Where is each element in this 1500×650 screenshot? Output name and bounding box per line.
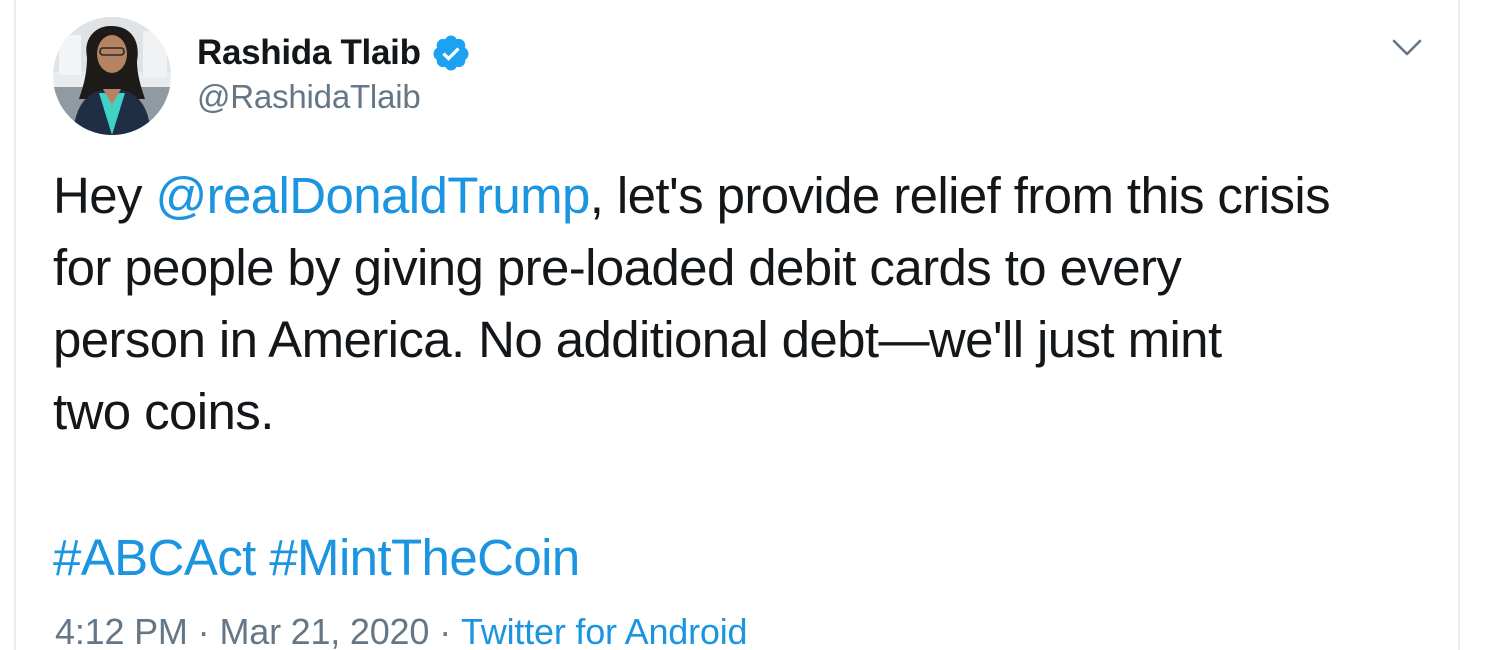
author-handle[interactable]: @RashidaTlaib: [197, 78, 421, 116]
author-name[interactable]: Rashida Tlaib: [197, 33, 421, 73]
tweet-line: two coins.: [53, 383, 274, 440]
card-border-left: [14, 0, 16, 650]
hashtag-link[interactable]: #MintTheCoin: [269, 529, 580, 586]
hashtag-row: #ABCAct #MintTheCoin: [53, 522, 580, 594]
meta-separator: ·: [197, 611, 210, 650]
tweet-line: for people by giving pre-loaded debit ca…: [53, 239, 1182, 296]
hashtag-link[interactable]: #ABCAct: [53, 529, 256, 586]
tweet-date[interactable]: Mar 21, 2020: [219, 611, 429, 650]
card-border-right: [1458, 0, 1460, 650]
mention-link[interactable]: @realDonaldTrump: [155, 167, 590, 224]
tweet-line: Hey @realDonaldTrump, let's provide reli…: [53, 160, 1453, 232]
tweet-text: Hey @realDonaldTrump, let's provide reli…: [53, 160, 1453, 448]
more-options-button[interactable]: [1386, 30, 1428, 66]
chevron-down-icon: [1392, 39, 1422, 56]
author-avatar[interactable]: [53, 17, 171, 135]
verified-badge-icon: [431, 33, 471, 73]
avatar-photo-icon: [53, 17, 171, 135]
tweet-text-segment: Hey: [53, 167, 156, 224]
tweet-source-link[interactable]: Twitter for Android: [461, 611, 748, 650]
tweet-line: person in America. No additional debt—we…: [53, 311, 1222, 368]
meta-separator: ·: [439, 611, 451, 650]
author-name-row: Rashida Tlaib: [197, 28, 471, 78]
tweet-text-segment: , let's provide relief from this crisis: [589, 167, 1331, 224]
tweet-card: Rashida Tlaib @RashidaTlaib Hey @realDon…: [0, 0, 1500, 650]
tweet-metadata: 4:12 PM · Mar 21, 2020 · Twitter for Android: [55, 608, 748, 650]
tweet-time[interactable]: 4:12 PM: [55, 611, 188, 650]
